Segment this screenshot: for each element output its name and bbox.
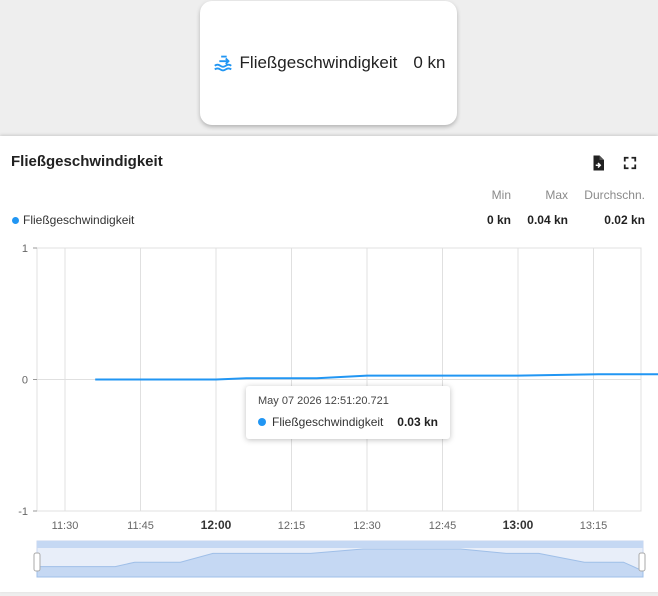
tile-value: 0 kn [413, 53, 446, 72]
stat-min: 0 kn [486, 213, 511, 227]
water-flow-icon [213, 55, 232, 72]
stat-header-max: Max [545, 188, 568, 202]
legend-dot [12, 216, 19, 224]
stat-header-avg: Durchschn. [584, 188, 645, 202]
tooltip-series: Fließgeschwindigkeit [272, 415, 384, 429]
chart-tooltip: May 07 2026 12:51:20.721 Fließgeschwindi… [246, 386, 450, 439]
tooltip-value: 0.03 kn [397, 415, 438, 429]
panel-title: Fließgeschwindigkeit [11, 153, 163, 170]
legend-item[interactable]: Fließgeschwindigkeit [12, 213, 134, 227]
entity-tile[interactable]: Fließgeschwindigkeit 0 kn [200, 1, 457, 125]
legend-label: Fließgeschwindigkeit [23, 213, 135, 227]
stat-max: 0.04 kn [527, 213, 568, 227]
file-export-icon[interactable] [589, 154, 607, 172]
stat-avg: 0.02 kn [604, 213, 645, 227]
tile-name: Fließgeschwindigkeit [239, 53, 398, 72]
tooltip-time: May 07 2026 12:51:20.721 [258, 395, 389, 407]
tooltip-row: Fließgeschwindigkeit 0.03 kn [258, 415, 438, 429]
tooltip-dot [258, 418, 266, 426]
history-panel: Fließgeschwindigkeit Min Max Durchschn. … [0, 136, 658, 592]
stat-header-min: Min [491, 188, 511, 202]
fullscreen-icon[interactable] [621, 154, 639, 172]
